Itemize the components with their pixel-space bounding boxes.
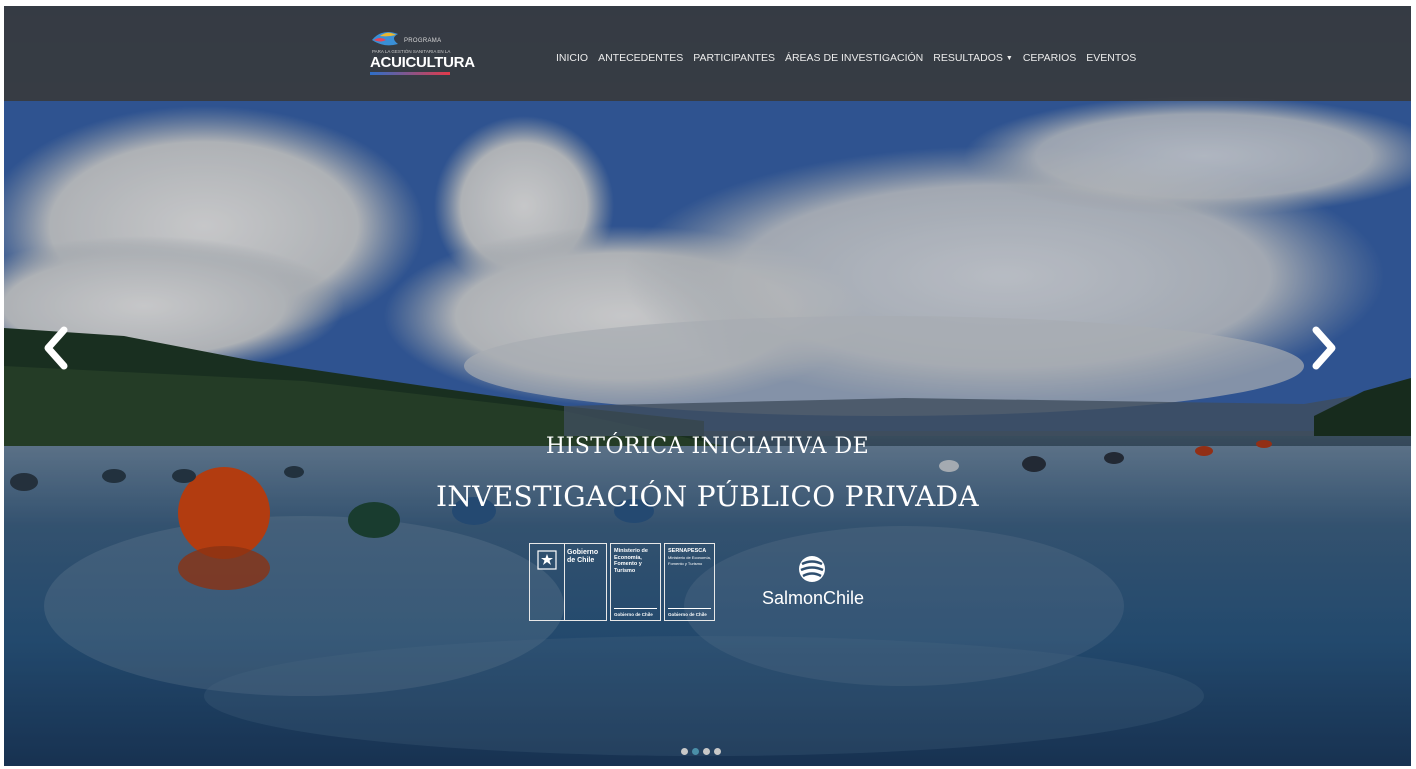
caret-down-icon: ▼ xyxy=(1005,55,1013,62)
slider-prev-button[interactable] xyxy=(38,326,78,370)
gov-divider xyxy=(564,544,565,620)
salmonchile-text: SalmonChile xyxy=(761,588,865,608)
main-nav: INICIO ANTECEDENTES PARTICIPANTES ÁREAS … xyxy=(556,52,1136,64)
hero-dim-overlay xyxy=(4,6,1411,766)
gobierno-de-chile-logo: Gobierno de Chile xyxy=(529,543,607,621)
hero-slider: PROGRAMA PARA LA GESTIÓN SANITARIA EN LA… xyxy=(4,6,1411,766)
slide-caption-line1: HISTÓRICA INICIATIVA DE xyxy=(545,434,870,459)
sernapesca-title: SERNAPESCA xyxy=(668,548,707,554)
gov-stripe xyxy=(668,608,711,609)
slide-indicator-1[interactable] xyxy=(681,748,688,755)
slider-indicators xyxy=(681,748,721,755)
chevron-right-icon xyxy=(1312,326,1336,370)
ministerio-text: Ministerio de Economía, Fomento y Turism… xyxy=(614,548,648,574)
logo-underline xyxy=(370,72,450,75)
top-navbar: PROGRAMA PARA LA GESTIÓN SANITARIA EN LA… xyxy=(4,6,1411,101)
fish-logo-icon xyxy=(372,32,398,46)
logo-main-text: ACUICULTURA xyxy=(370,54,475,71)
ministerio-economia-logo: Ministerio de Economía, Fomento y Turism… xyxy=(610,543,661,621)
sernapesca-sub: Ministerio de Economía, Fomento y Turism… xyxy=(668,554,711,567)
gobierno-text: Gobierno de Chile xyxy=(567,549,599,564)
salmonchile-logo: SalmonChile xyxy=(753,555,873,615)
ministerio-foot-text: Gobierno de Chile xyxy=(614,612,653,617)
slide-indicator-4[interactable] xyxy=(714,748,721,755)
nav-item-resultados-dropdown[interactable]: RESULTADOS ▼ xyxy=(933,52,1013,64)
sernapesca-foot-text: Gobierno de Chile xyxy=(668,612,707,617)
sernapesca-text: SERNAPESCA Ministerio de Economía, Foment… xyxy=(668,548,714,568)
nav-item-eventos[interactable]: EVENTOS xyxy=(1086,52,1136,64)
salmon-fish-icon xyxy=(799,556,825,582)
slide-indicator-2[interactable] xyxy=(692,748,699,755)
nav-item-resultados-label: RESULTADOS xyxy=(933,52,1003,64)
chevron-left-icon xyxy=(44,326,68,370)
nav-item-areas[interactable]: ÁREAS DE INVESTIGACIÓN xyxy=(785,52,923,64)
slide-caption-line2: INVESTIGACIÓN PÚBLICO PRIVADA xyxy=(436,480,979,513)
nav-item-antecedentes[interactable]: ANTECEDENTES xyxy=(598,52,683,64)
sernapesca-logo: SERNAPESCA Ministerio de Economía, Foment… xyxy=(664,543,715,621)
logo-top-text: PROGRAMA xyxy=(404,38,442,44)
chile-shield-icon xyxy=(537,550,557,570)
gov-stripe xyxy=(614,608,657,609)
slider-next-button[interactable] xyxy=(1302,326,1342,370)
slide-indicator-3[interactable] xyxy=(703,748,710,755)
site-logo[interactable]: PROGRAMA PARA LA GESTIÓN SANITARIA EN LA… xyxy=(356,28,475,82)
nav-item-participantes[interactable]: PARTICIPANTES xyxy=(693,52,775,64)
nav-item-inicio[interactable]: INICIO xyxy=(556,52,588,64)
nav-item-ceparios[interactable]: CEPARIOS xyxy=(1023,52,1076,64)
